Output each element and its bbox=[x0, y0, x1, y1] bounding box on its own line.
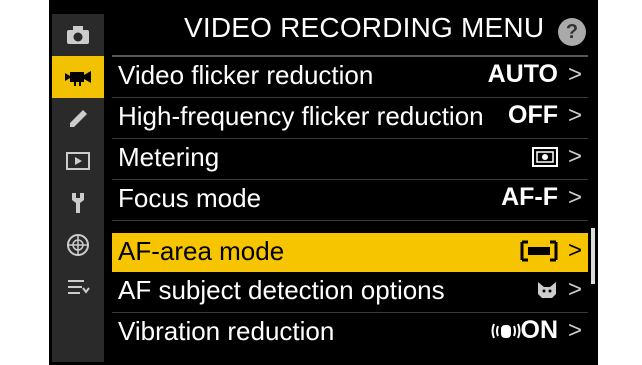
title-bar: VIDEO RECORDING MENU ? bbox=[112, 8, 598, 54]
row-value: OFF bbox=[508, 101, 558, 129]
pencil-icon bbox=[70, 110, 87, 127]
chevron-right-icon: > bbox=[567, 276, 582, 303]
row-value bbox=[520, 236, 558, 265]
menu-row-high-frequency-flicker-reduction[interactable]: High-frequency flicker reduction OFF > bbox=[112, 98, 588, 139]
row-label: AF-area mode bbox=[118, 236, 285, 266]
sidebar-item-my-menu[interactable] bbox=[52, 266, 104, 308]
row-label: Vibration reduction bbox=[118, 316, 335, 346]
playback-icon bbox=[66, 152, 90, 170]
chevron-right-icon: > bbox=[567, 61, 582, 88]
row-value: AUTO bbox=[487, 60, 558, 88]
row-label: Focus mode bbox=[118, 183, 262, 213]
camera-screen: VIDEO RECORDING MENU ? Video flicker red… bbox=[0, 0, 642, 365]
sidebar-item-playback[interactable] bbox=[52, 140, 104, 182]
chevron-right-icon: > bbox=[567, 102, 582, 129]
chevron-right-icon: > bbox=[567, 143, 582, 170]
chevron-right-icon: > bbox=[567, 237, 582, 264]
row-label: High-frequency flicker reduction bbox=[118, 101, 484, 131]
sidebar-item-retouch[interactable] bbox=[52, 98, 104, 140]
menu-row-video-flicker-reduction[interactable]: Video flicker reduction AUTO > bbox=[112, 57, 588, 98]
row-divider bbox=[112, 220, 588, 221]
sidebar-item-network[interactable] bbox=[52, 224, 104, 266]
row-value bbox=[536, 275, 558, 304]
row-label: Metering bbox=[118, 142, 220, 172]
vr-hand-icon bbox=[491, 323, 520, 339]
vr-value: ON bbox=[520, 316, 559, 344]
menu-row-metering[interactable]: Metering > bbox=[112, 139, 588, 180]
page-title: VIDEO RECORDING MENU bbox=[184, 12, 545, 43]
wide-area-af-icon bbox=[520, 240, 558, 262]
sidebar bbox=[52, 14, 104, 362]
wrench-icon bbox=[72, 193, 84, 213]
video-camera-icon bbox=[65, 71, 91, 86]
sidebar-item-setup[interactable] bbox=[52, 182, 104, 224]
row-value: ON bbox=[491, 316, 559, 345]
menu-row-focus-mode[interactable]: Focus mode AF-F > bbox=[112, 180, 588, 221]
menu-row-af-area-mode[interactable]: AF-area mode > bbox=[112, 233, 588, 272]
menu-row-af-subject-detection-options[interactable]: AF subject detection options > bbox=[112, 272, 588, 313]
chevron-right-icon: > bbox=[567, 184, 582, 211]
sidebar-item-video[interactable] bbox=[52, 56, 104, 98]
row-value bbox=[532, 142, 558, 171]
network-icon bbox=[67, 234, 89, 256]
my-menu-icon bbox=[68, 280, 90, 294]
row-value: AF-F bbox=[501, 183, 558, 211]
chevron-right-icon: > bbox=[567, 317, 582, 344]
sidebar-item-photo[interactable] bbox=[52, 14, 104, 56]
row-label: Video flicker reduction bbox=[118, 60, 374, 90]
camera-icon bbox=[67, 26, 89, 44]
menu-row-vibration-reduction[interactable]: Vibration reduction ON > bbox=[112, 313, 588, 354]
animal-detection-icon bbox=[538, 282, 556, 299]
help-button[interactable]: ? bbox=[558, 18, 586, 46]
matrix-metering-icon bbox=[532, 147, 558, 168]
scrollbar[interactable] bbox=[591, 228, 595, 284]
row-label: AF subject detection options bbox=[118, 275, 445, 305]
